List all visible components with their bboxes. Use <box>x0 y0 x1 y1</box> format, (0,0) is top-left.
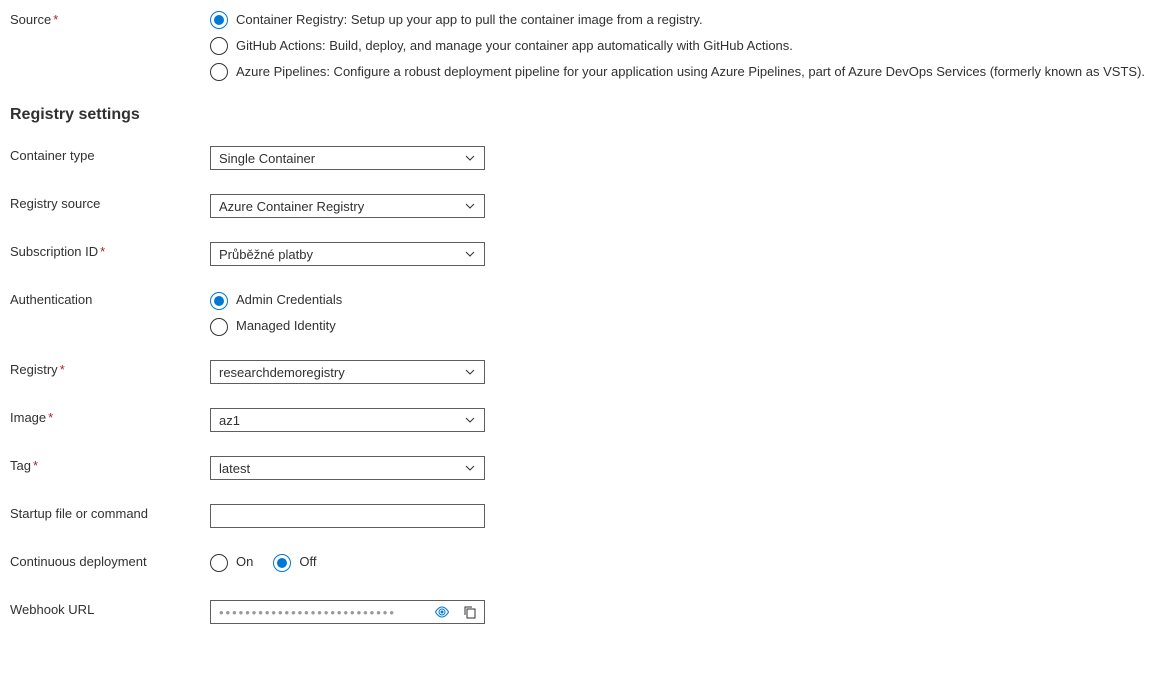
webhook-url-field <box>210 600 485 624</box>
startup-input[interactable] <box>210 504 485 528</box>
select-value: Průběžné platby <box>219 247 313 262</box>
source-label: Source* <box>10 10 210 27</box>
copy-button[interactable] <box>456 601 484 623</box>
select-value: researchdemoregistry <box>219 365 345 380</box>
required-indicator: * <box>100 244 105 259</box>
select-value: latest <box>219 461 250 476</box>
chevron-down-icon <box>464 248 476 260</box>
source-option-azure-pipelines[interactable]: Azure Pipelines: Configure a robust depl… <box>210 62 1164 82</box>
authentication-radio-group: Admin Credentials Managed Identity <box>210 290 1164 336</box>
radio-icon <box>210 554 228 572</box>
authentication-option-managed-identity[interactable]: Managed Identity <box>210 316 1164 336</box>
chevron-down-icon <box>464 414 476 426</box>
radio-icon <box>210 292 228 310</box>
subscription-id-select[interactable]: Průběžné platby <box>210 242 485 266</box>
radio-icon <box>210 63 228 81</box>
tag-label: Tag* <box>10 456 210 473</box>
reveal-button[interactable] <box>428 601 456 623</box>
radio-label: On <box>236 552 253 572</box>
source-option-container-registry[interactable]: Container Registry: Setup up your app to… <box>210 10 1164 30</box>
radio-icon <box>210 11 228 29</box>
webhook-url-label: Webhook URL <box>10 600 210 617</box>
radio-icon <box>273 554 291 572</box>
subscription-id-label: Subscription ID* <box>10 242 210 259</box>
copy-icon <box>463 605 477 619</box>
authentication-label: Authentication <box>10 290 210 307</box>
radio-label: Container Registry: Setup up your app to… <box>236 10 703 30</box>
required-indicator: * <box>60 362 65 377</box>
radio-icon <box>210 37 228 55</box>
chevron-down-icon <box>464 200 476 212</box>
select-value: az1 <box>219 413 240 428</box>
webhook-url-input[interactable] <box>211 601 428 623</box>
authentication-option-admin[interactable]: Admin Credentials <box>210 290 1164 310</box>
chevron-down-icon <box>464 152 476 164</box>
radio-label: GitHub Actions: Build, deploy, and manag… <box>236 36 793 56</box>
chevron-down-icon <box>464 462 476 474</box>
chevron-down-icon <box>464 366 476 378</box>
continuous-deployment-off[interactable]: Off <box>273 552 316 572</box>
required-indicator: * <box>48 410 53 425</box>
image-select[interactable]: az1 <box>210 408 485 432</box>
radio-icon <box>210 318 228 336</box>
select-value: Azure Container Registry <box>219 199 364 214</box>
radio-label: Admin Credentials <box>236 290 342 310</box>
select-value: Single Container <box>219 151 315 166</box>
radio-label: Off <box>299 552 316 572</box>
continuous-deployment-label: Continuous deployment <box>10 552 210 569</box>
registry-label: Registry* <box>10 360 210 377</box>
startup-label: Startup file or command <box>10 504 210 521</box>
continuous-deployment-on[interactable]: On <box>210 552 253 572</box>
radio-label: Azure Pipelines: Configure a robust depl… <box>236 62 1145 82</box>
registry-source-select[interactable]: Azure Container Registry <box>210 194 485 218</box>
continuous-deployment-radio-group: On Off <box>210 552 1164 572</box>
eye-icon <box>434 604 450 620</box>
image-label: Image* <box>10 408 210 425</box>
source-option-github-actions[interactable]: GitHub Actions: Build, deploy, and manag… <box>210 36 1164 56</box>
container-type-select[interactable]: Single Container <box>210 146 485 170</box>
container-type-label: Container type <box>10 146 210 163</box>
source-radio-group: Container Registry: Setup up your app to… <box>210 10 1164 82</box>
registry-settings-heading: Registry settings <box>10 106 1164 124</box>
tag-select[interactable]: latest <box>210 456 485 480</box>
radio-label: Managed Identity <box>236 316 336 336</box>
required-indicator: * <box>33 458 38 473</box>
required-indicator: * <box>53 12 58 27</box>
registry-source-label: Registry source <box>10 194 210 211</box>
registry-select[interactable]: researchdemoregistry <box>210 360 485 384</box>
